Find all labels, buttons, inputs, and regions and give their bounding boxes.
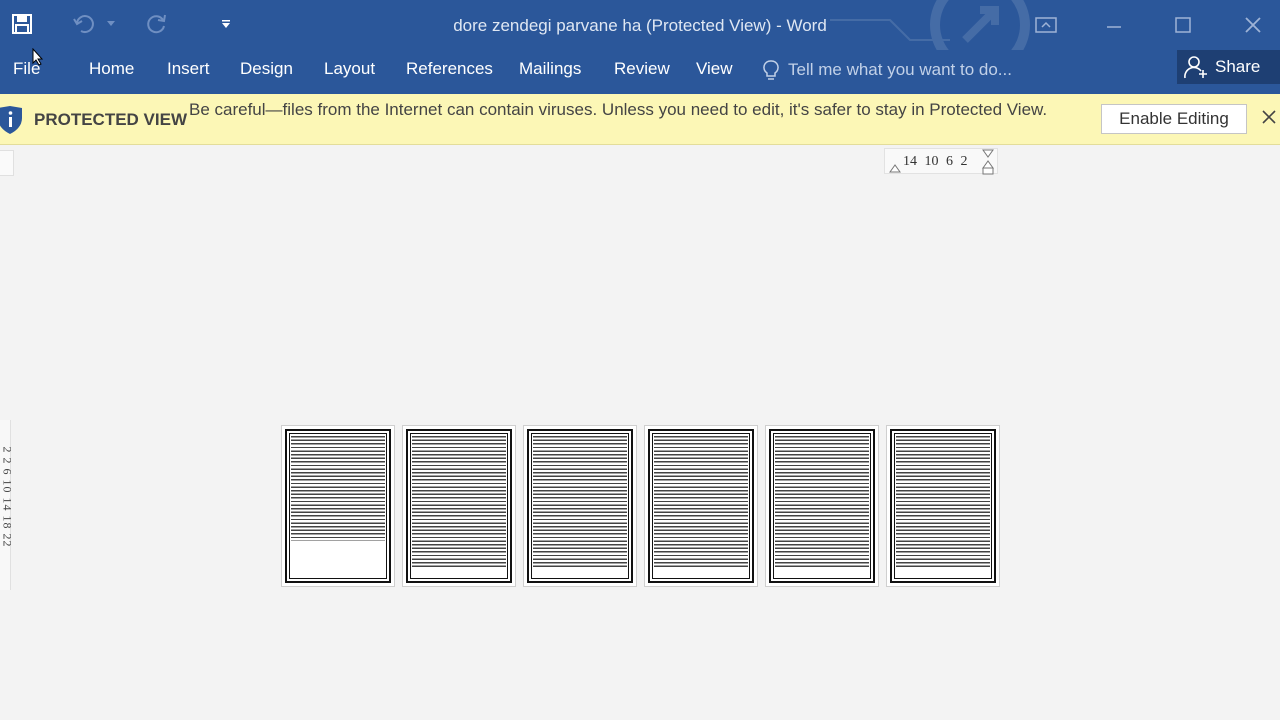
page-text-block [775,436,869,569]
tab-design[interactable]: Design [240,59,293,79]
right-indent-marker-icon[interactable] [982,149,994,175]
page-thumbnail[interactable] [765,425,879,587]
tab-mailings[interactable]: Mailings [519,59,581,79]
page-text-block [896,436,990,569]
page-thumbnail[interactable] [886,425,1000,587]
close-window-icon[interactable] [1230,8,1276,42]
tab-references[interactable]: References [406,59,493,79]
protected-view-message: Be careful—files from the Internet can c… [189,100,1048,119]
tab-view[interactable]: View [696,59,733,79]
title-bar: dore zendegi parvane ha (Protected View)… [0,0,1280,50]
protected-view-label: PROTECTED VIEW [34,110,188,129]
share-label: Share [1215,57,1261,76]
tell-me-search[interactable]: Tell me what you want to do... [762,58,1012,82]
page-text-block [654,436,748,569]
enable-editing-button[interactable]: Enable Editing [1101,104,1247,134]
page-thumbnail[interactable] [281,425,395,587]
maximize-icon[interactable] [1160,8,1206,42]
shield-info-icon [0,106,22,134]
vertical-ruler-numbers: 2 2 6 10 14 18 22 [0,446,15,548]
horizontal-ruler-numbers: 14 10 6 2 [903,154,968,169]
protected-view-bar: PROTECTED VIEW Be careful—files from the… [0,94,1280,145]
vertical-ruler[interactable]: 2 2 6 10 14 18 22 [0,420,15,590]
lightbulb-icon [763,60,779,80]
share-button[interactable]: Share [1177,50,1280,84]
indent-marker-icon[interactable] [889,163,901,173]
tab-layout[interactable]: Layout [324,59,375,79]
document-area[interactable]: 14 10 6 2 2 2 6 10 14 18 22 [0,146,1280,720]
horizontal-ruler[interactable]: 14 10 6 2 [884,148,998,175]
page-text-block [291,436,385,541]
ribbon-display-options-icon[interactable] [1023,8,1069,42]
page-thumbnail[interactable] [644,425,758,587]
ribbon-tab-bar: File Home Insert Design Layout Reference… [0,50,1280,94]
mouse-cursor-icon [32,48,44,66]
tell-me-placeholder: Tell me what you want to do... [788,60,1012,79]
minimize-icon[interactable] [1091,8,1137,42]
close-icon[interactable] [1258,106,1280,128]
page-thumbnail[interactable] [523,425,637,587]
window-title: dore zendegi parvane ha (Protected View)… [453,16,827,35]
tab-insert[interactable]: Insert [167,59,210,79]
vertical-ruler-top [0,150,14,176]
tab-review[interactable]: Review [614,59,670,79]
tab-home[interactable]: Home [89,59,134,79]
share-person-icon [1184,56,1207,79]
page-text-block [412,436,506,569]
page-text-block [533,436,627,569]
page-thumbnail[interactable] [402,425,516,587]
